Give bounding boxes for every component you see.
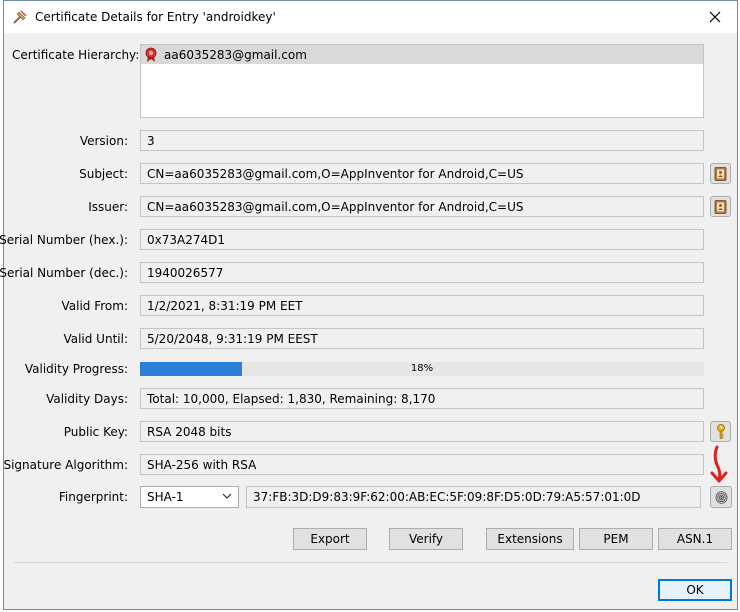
fingerprint-label: Fingerprint: [58, 490, 128, 504]
subject-details-button[interactable] [710, 163, 731, 184]
hierarchy-item-label: aa6035283@gmail.com [164, 47, 307, 62]
footer-divider [14, 562, 727, 563]
serial-dec-field[interactable]: 1940026577 [140, 262, 704, 283]
asn1-button[interactable]: ASN.1 [658, 528, 732, 550]
fingerprint-copy-button[interactable] [710, 486, 732, 508]
serial-hex-label: Serial Number (hex.): [0, 233, 128, 247]
validity-progress-bar: 18% [140, 362, 704, 376]
title-bar: Certificate Details for Entry 'androidke… [4, 1, 737, 33]
certificate-hierarchy-tree[interactable]: aa6035283@gmail.com [140, 44, 704, 118]
fingerprint-field[interactable]: 37:FB:3D:D9:83:9F:62:00:AB:EC:5F:09:8F:D… [246, 486, 701, 508]
address-book-icon [714, 199, 727, 214]
validity-progress-text: 18% [410, 363, 434, 374]
subject-label: Subject: [79, 167, 128, 181]
valid-until-label: Valid Until: [63, 332, 128, 346]
hierarchy-label: Certificate Hierarchy: [12, 48, 140, 62]
annotation-arrow-icon [710, 445, 728, 483]
close-icon [709, 11, 721, 23]
issuer-label: Issuer: [88, 200, 128, 214]
valid-from-field[interactable]: 1/2/2021, 8:31:19 PM EET [140, 295, 704, 316]
validity-days-label: Validity Days: [46, 392, 128, 406]
fingerprint-algorithm-select[interactable]: SHA-1 [140, 486, 239, 508]
issuer-details-button[interactable] [710, 196, 731, 217]
verify-button[interactable]: Verify [389, 528, 463, 550]
fingerprint-icon [715, 490, 727, 504]
keystore-tool-icon [13, 10, 27, 24]
address-book-icon [714, 166, 727, 181]
public-key-field[interactable]: RSA 2048 bits [140, 421, 704, 442]
serial-dec-label: Serial Number (dec.): [0, 266, 128, 280]
public-key-label: Public Key: [63, 425, 128, 439]
version-label: Version: [79, 134, 128, 148]
signature-algorithm-label: Signature Algorithm: [3, 458, 128, 472]
window-title: Certificate Details for Entry 'androidke… [35, 10, 276, 24]
ok-button[interactable]: OK [658, 579, 732, 601]
export-button[interactable]: Export [293, 528, 367, 550]
validity-days-field[interactable]: Total: 10,000, Elapsed: 1,830, Remaining… [140, 388, 704, 409]
version-field[interactable]: 3 [140, 130, 704, 151]
signature-algorithm-field[interactable]: SHA-256 with RSA [140, 454, 704, 475]
public-key-details-button[interactable] [710, 421, 731, 442]
serial-hex-field[interactable]: 0x73A274D1 [140, 229, 704, 250]
validity-progress-label: Validity Progress: [24, 362, 128, 376]
subject-field[interactable]: CN=aa6035283@gmail.com,O=AppInventor for… [140, 163, 704, 184]
valid-from-label: Valid From: [61, 299, 128, 313]
chevron-down-icon [222, 493, 232, 499]
certificate-details-dialog: Certificate Details for Entry 'androidke… [0, 0, 738, 610]
pem-button[interactable]: PEM [579, 528, 653, 550]
hierarchy-item[interactable]: aa6035283@gmail.com [141, 45, 703, 64]
fingerprint-algorithm-value: SHA-1 [147, 490, 184, 504]
issuer-field[interactable]: CN=aa6035283@gmail.com,O=AppInventor for… [140, 196, 704, 217]
key-icon [716, 424, 725, 439]
extensions-button[interactable]: Extensions [486, 528, 574, 550]
certificate-ribbon-icon [145, 47, 157, 62]
valid-until-field[interactable]: 5/20/2048, 9:31:19 PM EEST [140, 328, 704, 349]
close-button[interactable] [693, 1, 737, 33]
